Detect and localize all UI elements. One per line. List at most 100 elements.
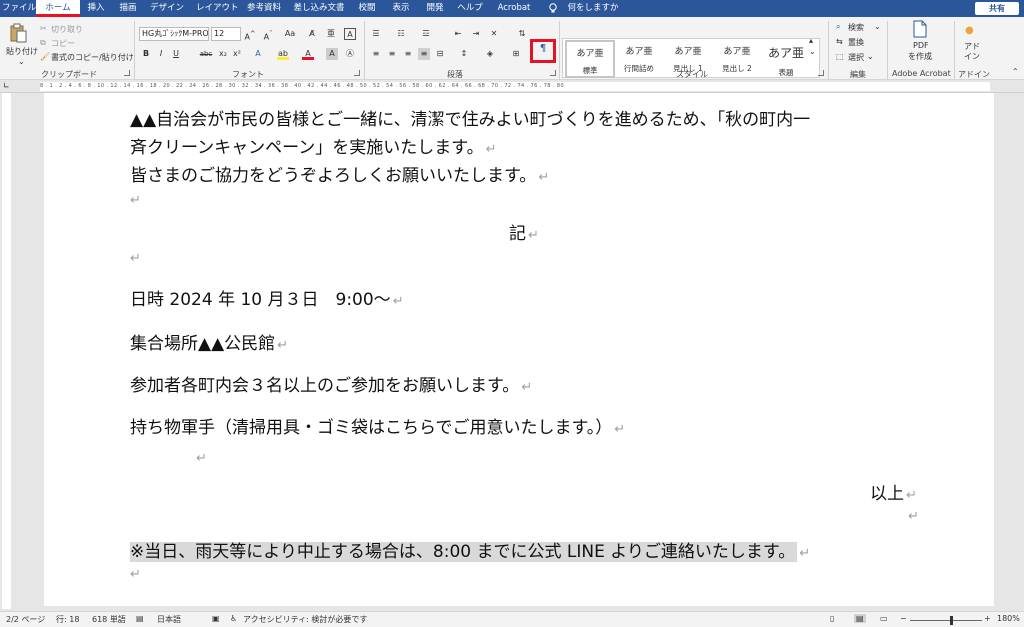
- tab-2[interactable]: 挿入: [84, 0, 108, 17]
- tab-9[interactable]: 表示: [390, 0, 412, 17]
- font-color-icon[interactable]: A: [302, 48, 314, 60]
- paste-icon[interactable]: [9, 23, 27, 43]
- style-item-3[interactable]: あア亜 見出し 2: [712, 40, 762, 78]
- align-left-icon[interactable]: ≡: [370, 48, 382, 60]
- find-dropdown-icon[interactable]: ⌄: [874, 22, 881, 31]
- align-center-icon[interactable]: ≡: [386, 48, 398, 60]
- distributed-icon[interactable]: ⊟: [434, 48, 446, 60]
- tab-3[interactable]: 描画: [116, 0, 140, 17]
- print-layout-icon[interactable]: ▤: [854, 614, 866, 623]
- subscript-icon[interactable]: x₂: [217, 48, 229, 60]
- font-launcher-icon[interactable]: [354, 70, 360, 76]
- tab-selector-icon[interactable]: ∟: [3, 81, 10, 90]
- strikethrough-icon[interactable]: abc: [198, 48, 214, 60]
- zoom-level[interactable]: 180%: [997, 614, 1020, 623]
- styles-more-icon[interactable]: ⌄: [809, 47, 816, 56]
- create-pdf-line1[interactable]: PDF: [913, 41, 929, 50]
- participants-text: 参加者各町内会３名以上のご参加をお願いします。: [130, 376, 520, 396]
- underline-icon[interactable]: U: [170, 48, 182, 60]
- read-mode-icon[interactable]: ▯: [830, 614, 834, 623]
- bold-icon[interactable]: B: [140, 48, 152, 60]
- enclose-char-icon[interactable]: A: [344, 28, 356, 40]
- tab-8[interactable]: 校閲: [356, 0, 378, 17]
- language-indicator[interactable]: 日本語: [157, 614, 181, 625]
- style-item-1[interactable]: あア亜 行間詰め: [614, 40, 664, 78]
- highlight-color-icon[interactable]: ab: [277, 48, 289, 60]
- justify-icon[interactable]: ≡: [418, 48, 430, 60]
- copy-button[interactable]: コピー: [51, 38, 75, 49]
- decrease-indent-icon[interactable]: ⇤: [452, 28, 464, 40]
- italic-icon[interactable]: I: [155, 48, 167, 60]
- zoom-slider[interactable]: [910, 620, 982, 621]
- align-right-icon[interactable]: ≡: [402, 48, 414, 60]
- sort-icon[interactable]: ⇅: [516, 28, 528, 40]
- clear-format-icon[interactable]: A̸: [306, 28, 318, 40]
- page-count[interactable]: 2/2 ページ: [6, 614, 45, 625]
- asian-layout-icon[interactable]: ✕: [488, 28, 500, 40]
- ijou-line: 以上 ↵: [870, 479, 917, 504]
- increase-indent-icon[interactable]: ⇥: [470, 28, 482, 40]
- tab-7[interactable]: 差し込み文書: [292, 0, 346, 17]
- font-size-box[interactable]: 12: [211, 27, 241, 41]
- select-dropdown-icon[interactable]: ⌄: [867, 52, 874, 61]
- superscript-icon[interactable]: x²: [231, 48, 243, 60]
- tell-me-search[interactable]: 何をしますか: [563, 0, 623, 17]
- format-painter-button[interactable]: 書式のコピー/貼り付け: [51, 52, 134, 63]
- vertical-ruler[interactable]: [0, 93, 14, 609]
- select-button[interactable]: 選択: [848, 52, 864, 63]
- addin-line2[interactable]: イン: [964, 51, 980, 62]
- addin-icon[interactable]: ●: [965, 25, 974, 36]
- empty-paragraph-mark: ↵: [908, 509, 919, 524]
- macro-record-icon[interactable]: ▣: [212, 614, 220, 623]
- numbering-icon[interactable]: ☷: [395, 28, 407, 40]
- shading-icon[interactable]: ◈: [484, 48, 496, 60]
- find-button[interactable]: 検索: [848, 22, 864, 33]
- participants-line: 参加者各町内会３名以上のご参加をお願いします。 ↵: [130, 371, 532, 396]
- tab-4[interactable]: デザイン: [150, 0, 184, 17]
- horizontal-ruler[interactable]: ∟ 8 . 1 . 2 . 4 . 6 . 8 . 10 . 12 . 14 .…: [0, 80, 1024, 93]
- paste-button[interactable]: 貼り付け: [6, 46, 38, 57]
- tab-11[interactable]: ヘルプ: [456, 0, 484, 17]
- web-layout-icon[interactable]: ▭: [880, 614, 888, 623]
- tab-10[interactable]: 開発: [424, 0, 446, 17]
- style-sample: あア亜: [576, 49, 604, 59]
- line-spacing-icon[interactable]: ↕: [458, 48, 470, 60]
- document-page[interactable]: ▲▲自治会が市民の皆様とご一緒に、清潔で住みよい町づくりを進めるため、「秋の町内…: [44, 93, 994, 606]
- style-name: 行間詰め: [624, 64, 654, 73]
- tab-0[interactable]: ファイル: [2, 0, 36, 17]
- collapse-ribbon-icon[interactable]: ⌃: [1012, 67, 1019, 76]
- tab-5[interactable]: レイアウト: [196, 0, 239, 17]
- paragraph-launcher-icon[interactable]: [550, 70, 556, 76]
- borders-icon[interactable]: ⊞: [510, 48, 522, 60]
- accessibility-status[interactable]: アクセシビリティ: 検討が必要です: [243, 614, 367, 625]
- text-effects-icon[interactable]: A: [252, 48, 264, 60]
- char-shading-icon[interactable]: A: [326, 48, 338, 60]
- multilevel-list-icon[interactable]: ☲: [420, 28, 432, 40]
- zoom-slider-thumb[interactable]: [950, 616, 953, 625]
- create-pdf-line2[interactable]: を作成: [908, 51, 932, 62]
- styles-scroll-up-icon[interactable]: ▴: [809, 36, 813, 45]
- style-item-4[interactable]: あア亜 表題: [761, 40, 811, 78]
- clipboard-launcher-icon[interactable]: [124, 70, 130, 76]
- style-item-0[interactable]: あア亜 標準: [565, 40, 615, 78]
- shrink-font-icon[interactable]: Aˇ: [262, 28, 274, 42]
- replace-button[interactable]: 置換: [848, 37, 864, 48]
- zoom-in-icon[interactable]: +: [984, 614, 991, 623]
- tab-12[interactable]: Acrobat: [495, 0, 533, 17]
- share-button[interactable]: 共有: [975, 2, 1019, 15]
- proofing-icon[interactable]: ▤: [136, 614, 144, 623]
- font-name-box[interactable]: HG丸ｺﾞｼｯｸM-PRO: [139, 27, 209, 41]
- paste-dropdown-icon[interactable]: ⌄: [18, 57, 25, 66]
- bullets-icon[interactable]: ☰: [370, 28, 382, 40]
- group-separator: [954, 21, 955, 79]
- phonetic-guide-icon[interactable]: 亜: [325, 28, 337, 40]
- styles-launcher-icon[interactable]: [818, 70, 824, 76]
- word-count[interactable]: 618 単語: [92, 614, 126, 625]
- grow-font-icon[interactable]: A^: [244, 28, 256, 42]
- pdf-document-icon[interactable]: [912, 20, 928, 38]
- zoom-out-icon[interactable]: −: [900, 614, 907, 623]
- change-case-icon[interactable]: Aa: [282, 28, 298, 40]
- cut-button[interactable]: 切り取り: [51, 24, 83, 35]
- char-border-icon[interactable]: Ⓐ: [344, 48, 356, 60]
- tab-6[interactable]: 参考資料: [244, 0, 284, 17]
